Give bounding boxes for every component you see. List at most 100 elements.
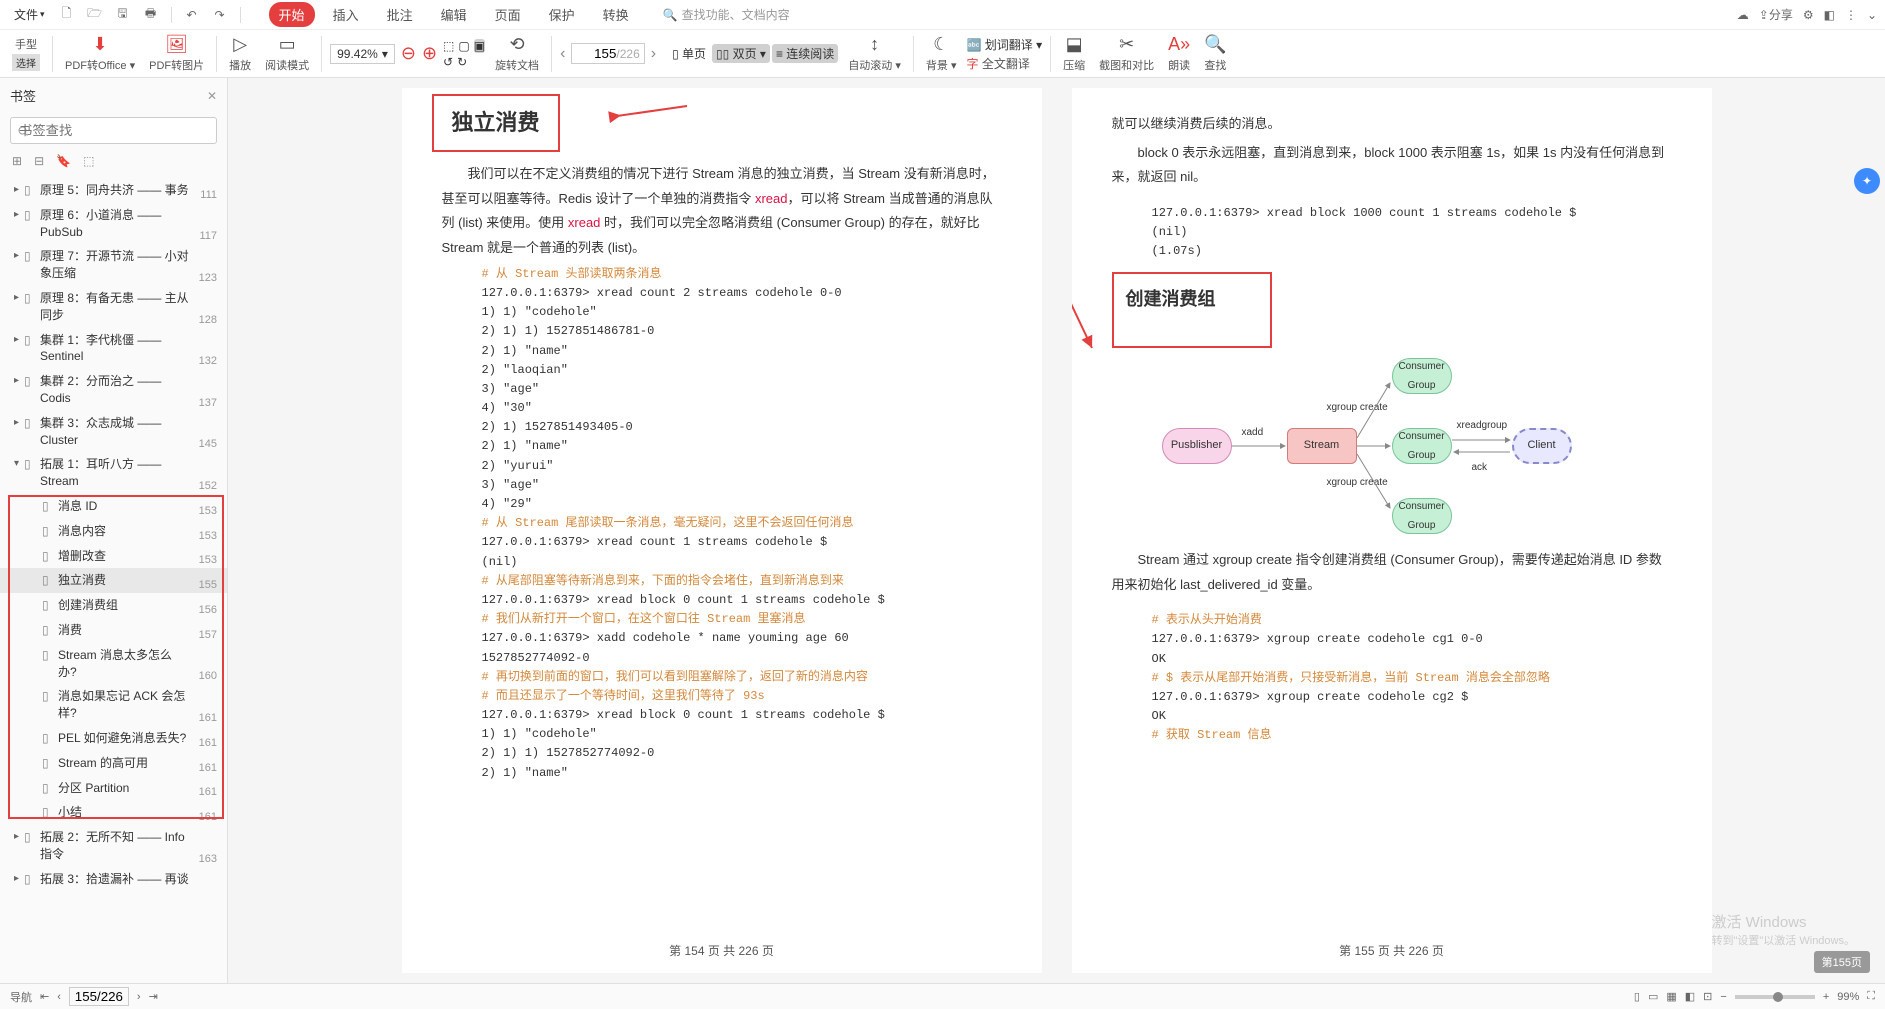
expand-all-icon[interactable]: ⊞ xyxy=(12,154,22,168)
background[interactable]: ☾背景 ▾ xyxy=(922,32,961,76)
more-icon[interactable]: ⋮ xyxy=(1845,8,1857,22)
bookmark-item[interactable]: ▸▯集群 2：分而治之 —— Codis137 xyxy=(0,369,227,411)
view-mode-4-icon[interactable]: ◧ xyxy=(1685,990,1695,1003)
gear-icon[interactable]: ⚙ xyxy=(1803,8,1814,22)
fit-page-icon[interactable]: ▢ xyxy=(458,39,469,53)
crop-compare[interactable]: ✂截图和对比 xyxy=(1095,32,1158,76)
status-page-input[interactable] xyxy=(69,987,129,1006)
tab-comment[interactable]: 批注 xyxy=(377,2,423,27)
page-input[interactable]: /226 xyxy=(571,43,644,64)
bookmark-item[interactable]: ▯Stream 消息太多怎么办?160 xyxy=(0,643,227,685)
pdf-to-office[interactable]: ⬇PDF转Office ▾ xyxy=(61,32,139,76)
assistant-float-button[interactable]: ✦ xyxy=(1854,168,1880,194)
zoom-out-icon[interactable]: − xyxy=(1720,991,1726,1003)
bookmark-item[interactable]: ▸▯原理 8：有备无患 —— 主从同步128 xyxy=(0,286,227,328)
bookmark-item[interactable]: ▯独立消费155 xyxy=(0,568,227,593)
bookmark-item[interactable]: ▸▯原理 5：同舟共济 —— 事务111 xyxy=(0,178,227,203)
bookmark-item[interactable]: ▸▯拓展 3：拾遗漏补 —— 再谈 xyxy=(0,867,227,892)
rotate-left-icon[interactable]: ↺ xyxy=(443,55,453,69)
caret-icon[interactable]: ⌄ xyxy=(1867,8,1877,22)
tab-start[interactable]: 开始 xyxy=(269,2,315,27)
page-number: 第 155 页 共 226 页 xyxy=(1072,940,1712,963)
print-icon[interactable]: 🖶 xyxy=(139,3,163,27)
collapse-all-icon[interactable]: ⊟ xyxy=(34,154,44,168)
single-page[interactable]: ▯ 单页 xyxy=(668,44,710,63)
skin-icon[interactable]: ◧ xyxy=(1824,8,1835,22)
hand-mode[interactable]: 手型 xyxy=(15,36,37,52)
select-mode[interactable]: 选择 xyxy=(12,54,40,71)
bookmark-item[interactable]: ▯小结161 xyxy=(0,800,227,825)
tab-convert[interactable]: 转换 xyxy=(593,2,639,27)
bookmark-item[interactable]: ▯消息 ID153 xyxy=(0,494,227,519)
view-mode-2-icon[interactable]: ▭ xyxy=(1648,990,1658,1003)
rotate-doc[interactable]: ⟲旋转文档 xyxy=(491,32,543,76)
tab-protect[interactable]: 保护 xyxy=(539,2,585,27)
next-page-icon[interactable]: › xyxy=(651,45,656,63)
first-page-icon[interactable]: ⇤ xyxy=(40,990,49,1003)
auto-scroll[interactable]: ↕自动滚动 ▾ xyxy=(844,32,905,76)
read-aloud[interactable]: A»朗读 xyxy=(1164,32,1194,76)
tab-edit[interactable]: 编辑 xyxy=(431,2,477,27)
full-translate[interactable]: 字 全文翻译 xyxy=(966,55,1042,72)
bookmark-icon[interactable]: ⬚ xyxy=(83,154,94,168)
zoom-in-icon[interactable]: ⊕ xyxy=(422,43,437,64)
fit-width-icon[interactable]: ⬚ xyxy=(443,39,454,53)
zoom-combo[interactable]: 99.42% ▾ xyxy=(330,44,395,64)
bookmark-item[interactable]: ▯PEL 如何避免消息丢失?161 xyxy=(0,726,227,751)
zoom-value[interactable]: 99% xyxy=(1837,991,1859,1003)
bookmark-item[interactable]: ▯消息内容153 xyxy=(0,519,227,544)
bookmark-item[interactable]: ▸▯原理 7：开源节流 —— 小对象压缩123 xyxy=(0,244,227,286)
fit-icon[interactable]: ⊡ xyxy=(1703,990,1712,1003)
fullscreen-icon[interactable]: ⛶ xyxy=(1867,990,1875,1003)
tab-page[interactable]: 页面 xyxy=(485,2,531,27)
bookmark-item[interactable]: ▯创建消费组156 xyxy=(0,593,227,618)
rotate-right-icon[interactable]: ↻ xyxy=(457,55,467,69)
continuous-read[interactable]: ≡ 连续阅读 xyxy=(772,44,838,63)
bookmark-item[interactable]: ▸▯集群 3：众志成城 —— Cluster145 xyxy=(0,411,227,453)
bookmark-item[interactable]: ▯增删改查153 xyxy=(0,544,227,569)
bookmark-item[interactable]: ▯消息如果忘记 ACK 会怎样?161 xyxy=(0,684,227,726)
zoom-in-icon[interactable]: + xyxy=(1823,991,1829,1003)
pdf-to-image[interactable]: 🖼PDF转图片 xyxy=(145,32,208,76)
redo-icon[interactable]: ↷ xyxy=(208,3,232,27)
zoom-out-icon[interactable]: ⊖ xyxy=(401,43,416,64)
prev-page-icon[interactable]: ‹ xyxy=(560,45,565,63)
tab-insert[interactable]: 插入 xyxy=(323,2,369,27)
global-search[interactable]: 🔍 查找功能、文档内容 xyxy=(663,6,790,23)
sidebar-close-icon[interactable]: ✕ xyxy=(207,89,217,103)
double-page[interactable]: ▯▯ 双页 ▾ xyxy=(712,44,770,63)
zoom-slider[interactable] xyxy=(1735,995,1815,999)
undo-icon[interactable]: ↶ xyxy=(180,3,204,27)
actual-size-icon[interactable]: ▣ xyxy=(474,39,485,53)
bookmark-add-icon[interactable]: 🔖 xyxy=(56,154,71,168)
read-mode[interactable]: ▭阅读模式 xyxy=(261,32,313,76)
find[interactable]: 🔍查找 xyxy=(1200,32,1230,76)
view-mode-1-icon[interactable]: ▯ xyxy=(1634,990,1640,1003)
bookmark-item[interactable]: ▯Stream 的高可用161 xyxy=(0,751,227,776)
bookmark-item[interactable]: ▸▯原理 6：小道消息 —— PubSub117 xyxy=(0,203,227,245)
next-page-icon[interactable]: › xyxy=(137,991,141,1003)
bookmark-sidebar: 书签 ✕ ⊞ ⊟ 🔖 ⬚ ▸▯原理 5：同舟共济 —— 事务111▸▯原理 6：… xyxy=(0,78,228,983)
word-translate[interactable]: 🔤 划词翻译 ▾ xyxy=(966,36,1042,53)
compress[interactable]: ⬓压缩 xyxy=(1059,32,1089,76)
bookmark-item[interactable]: ▾▯拓展 1：耳听八方 —— Stream152 xyxy=(0,452,227,494)
bookmark-item[interactable]: ▸▯集群 1：李代桃僵 —— Sentinel132 xyxy=(0,328,227,370)
open-icon[interactable]: 🗁 xyxy=(83,3,107,27)
paragraph: 就可以继续消费后续的消息。 xyxy=(1112,112,1672,137)
cloud-icon[interactable]: ☁ xyxy=(1737,8,1749,22)
bookmark-item[interactable]: ▯分区 Partition161 xyxy=(0,776,227,801)
prev-page-icon[interactable]: ‹ xyxy=(57,991,61,1003)
last-page-icon[interactable]: ⇥ xyxy=(149,990,158,1003)
bookmark-item[interactable]: ▯消费157 xyxy=(0,618,227,643)
share-button[interactable]: ⇪分享 xyxy=(1759,6,1793,23)
play-button[interactable]: ▷播放 xyxy=(225,32,255,76)
file-menu[interactable]: 文件 ▾ xyxy=(8,4,51,25)
bookmark-search-input[interactable] xyxy=(10,117,217,144)
page-left: 独立消费 我们可以在不定义消费组的情况下进行 Stream 消息的独立消费，当 … xyxy=(402,88,1042,973)
view-mode-3-icon[interactable]: ▦ xyxy=(1666,990,1676,1003)
save-icon[interactable]: 🖫 xyxy=(111,3,135,27)
paragraph: block 0 表示永远阻塞，直到消息到来，block 1000 表示阻塞 1s… xyxy=(1112,141,1672,190)
new-icon[interactable]: 🗋 xyxy=(55,3,79,27)
bookmark-item[interactable]: ▸▯拓展 2：无所不知 —— Info 指令163 xyxy=(0,825,227,867)
page-indicator[interactable]: 第155页 xyxy=(1814,951,1870,973)
